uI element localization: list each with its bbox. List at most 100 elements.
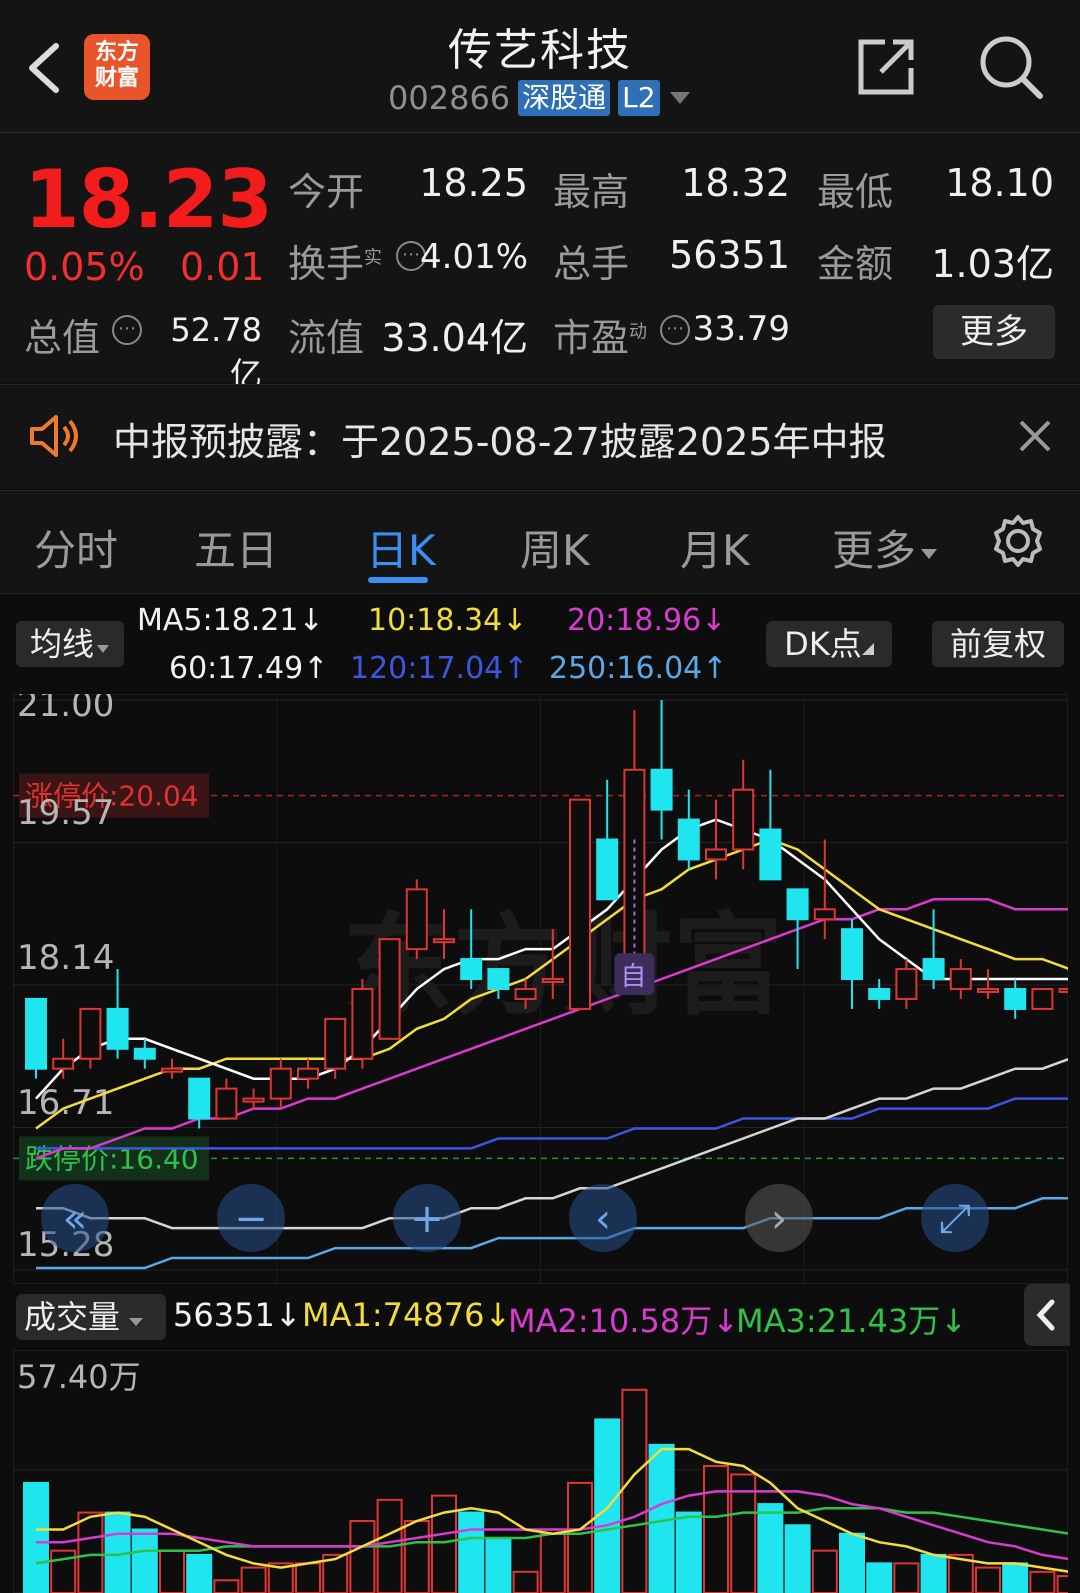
pe-sup: 动 — [629, 321, 648, 343]
candle-body — [52, 1057, 75, 1070]
candle-body — [732, 788, 755, 851]
mktcap-label: 总值 — [24, 316, 101, 360]
stock-name: 传艺科技 — [448, 25, 632, 76]
tab-more-label: 更多 — [832, 526, 917, 575]
volume-bar — [893, 1562, 920, 1593]
volume-bar — [213, 1579, 240, 1593]
more-quote-button[interactable]: 更多 — [933, 305, 1055, 359]
volume-bar — [866, 1562, 893, 1593]
zoom-out-icon: − — [234, 1196, 268, 1242]
amount-label: 金额 — [817, 242, 894, 286]
last-price: 18.23 — [24, 153, 273, 246]
fullscreen-icon: ⤢ — [939, 1196, 971, 1242]
volume-bar — [159, 1549, 185, 1593]
candle-body — [1058, 987, 1068, 993]
zoom-in-icon: + — [410, 1196, 444, 1242]
candle-body — [786, 888, 809, 921]
candle-body — [868, 987, 891, 1000]
volume-bar — [186, 1553, 213, 1593]
volume-current: 56351↓ — [173, 1296, 302, 1334]
volume-chart: 57.40万 — [13, 1350, 1068, 1593]
candle-body — [297, 1067, 319, 1080]
volume-bar — [675, 1511, 702, 1593]
volume-y-label: 57.40万 — [17, 1358, 141, 1396]
open-label: 今开 — [288, 170, 365, 214]
candle-body — [269, 1067, 292, 1100]
dropdown-caret-icon — [669, 92, 690, 104]
candle-body — [949, 968, 972, 990]
high-label: 最高 — [553, 170, 630, 214]
stock-subtitle[interactable]: 002866 深股通 L2 — [388, 78, 692, 118]
tab-intraday[interactable]: 分时 — [34, 517, 118, 578]
tab-more[interactable]: 更多 — [832, 517, 938, 578]
candle-body — [677, 818, 700, 861]
candle-body — [1031, 987, 1054, 1010]
tab-monthly-k[interactable]: 月K — [680, 517, 750, 578]
price-adjust-button[interactable]: 前复权 — [932, 621, 1064, 667]
ma-selector-label: 均线 — [29, 625, 94, 663]
tab-weekly-k[interactable]: 周K — [520, 517, 590, 578]
ma-selector-caret-icon — [97, 645, 109, 653]
candle-body — [487, 968, 510, 990]
mktcap-info-icon[interactable]: ⋯ — [112, 315, 142, 345]
candle-body — [351, 987, 374, 1060]
ma5-legend: MA5:18.21↓ — [137, 603, 324, 638]
change-amount: 0.01 — [180, 245, 265, 289]
ma20-legend: 20:18.96↓ — [567, 603, 727, 638]
kline-chart[interactable]: 东方财富涨停价:20.04跌停价:16.4021.0019.5718.1416.… — [13, 694, 1068, 1284]
candle-body — [977, 987, 999, 993]
notice-text: 中报预披露：于2025-08-27披露2025年中报 — [113, 420, 887, 464]
mktcap-value: 52.78亿 — [170, 311, 262, 393]
notice-bar[interactable]: 中报预披露：于2025-08-27披露2025年中报 — [0, 384, 1080, 489]
next-icon: › — [771, 1196, 787, 1242]
open-value: 18.25 — [419, 161, 528, 205]
search-icon[interactable] — [978, 34, 1046, 102]
candle-body — [650, 768, 673, 811]
volume-bar — [349, 1520, 376, 1593]
dk-point-button[interactable]: DK点 — [766, 621, 892, 667]
chevron-left-icon — [1036, 1299, 1055, 1331]
candle-body — [188, 1077, 211, 1120]
stock-code: 002866 — [388, 79, 511, 117]
low-label: 最低 — [817, 170, 894, 214]
volume-selector-caret-icon — [129, 1318, 144, 1326]
volume-indicator-selector[interactable]: 成交量 — [16, 1294, 166, 1340]
connect-tag: 深股通 — [518, 80, 611, 116]
side-panel-toggle[interactable] — [1024, 1284, 1070, 1346]
turnover-sup: 实 — [364, 247, 383, 269]
candle-body — [514, 987, 537, 1000]
y-axis-label: 16.71 — [17, 1083, 114, 1123]
level2-tag: L2 — [618, 80, 660, 116]
candle-body — [895, 968, 918, 1000]
share-icon[interactable] — [855, 36, 917, 98]
volume-bar — [567, 1481, 593, 1593]
volume-bar — [757, 1503, 784, 1593]
settings-gear-icon[interactable] — [990, 513, 1046, 569]
close-icon[interactable] — [1018, 419, 1052, 453]
prev-icon: ‹ — [595, 1196, 611, 1242]
tab-daily-k[interactable]: 日K — [366, 517, 436, 578]
candle-body — [1004, 987, 1027, 1010]
float-value: 33.04亿 — [381, 316, 528, 360]
candle-body — [378, 938, 401, 1040]
candle-body — [596, 838, 619, 901]
pe-info-icon[interactable]: ⋯ — [660, 315, 690, 345]
volume-bar — [1029, 1570, 1056, 1593]
candle-body — [25, 997, 47, 1070]
tab-more-caret-icon — [921, 548, 938, 559]
top-nav-bar: 东方 财富 传艺科技 002866 深股通 L2 — [0, 0, 1080, 133]
volume-value: 56351 — [669, 233, 790, 277]
fast-back-icon: « — [63, 1196, 87, 1242]
candle-body — [813, 908, 836, 921]
ma-selector[interactable]: 均线 — [16, 621, 124, 667]
candle-body — [841, 928, 863, 981]
volume-bar — [1056, 1575, 1068, 1593]
volume-ma2: MA2:10.58万↓ — [508, 1302, 740, 1340]
candle-body — [215, 1087, 238, 1120]
volume-ma3: MA3:21.43万↓ — [736, 1302, 968, 1340]
volume-bar — [839, 1532, 865, 1593]
pe-value: 33.79 — [692, 309, 790, 349]
tab-five-day[interactable]: 五日 — [194, 517, 278, 578]
volume-bar — [920, 1553, 947, 1593]
volume-bar — [594, 1418, 621, 1593]
